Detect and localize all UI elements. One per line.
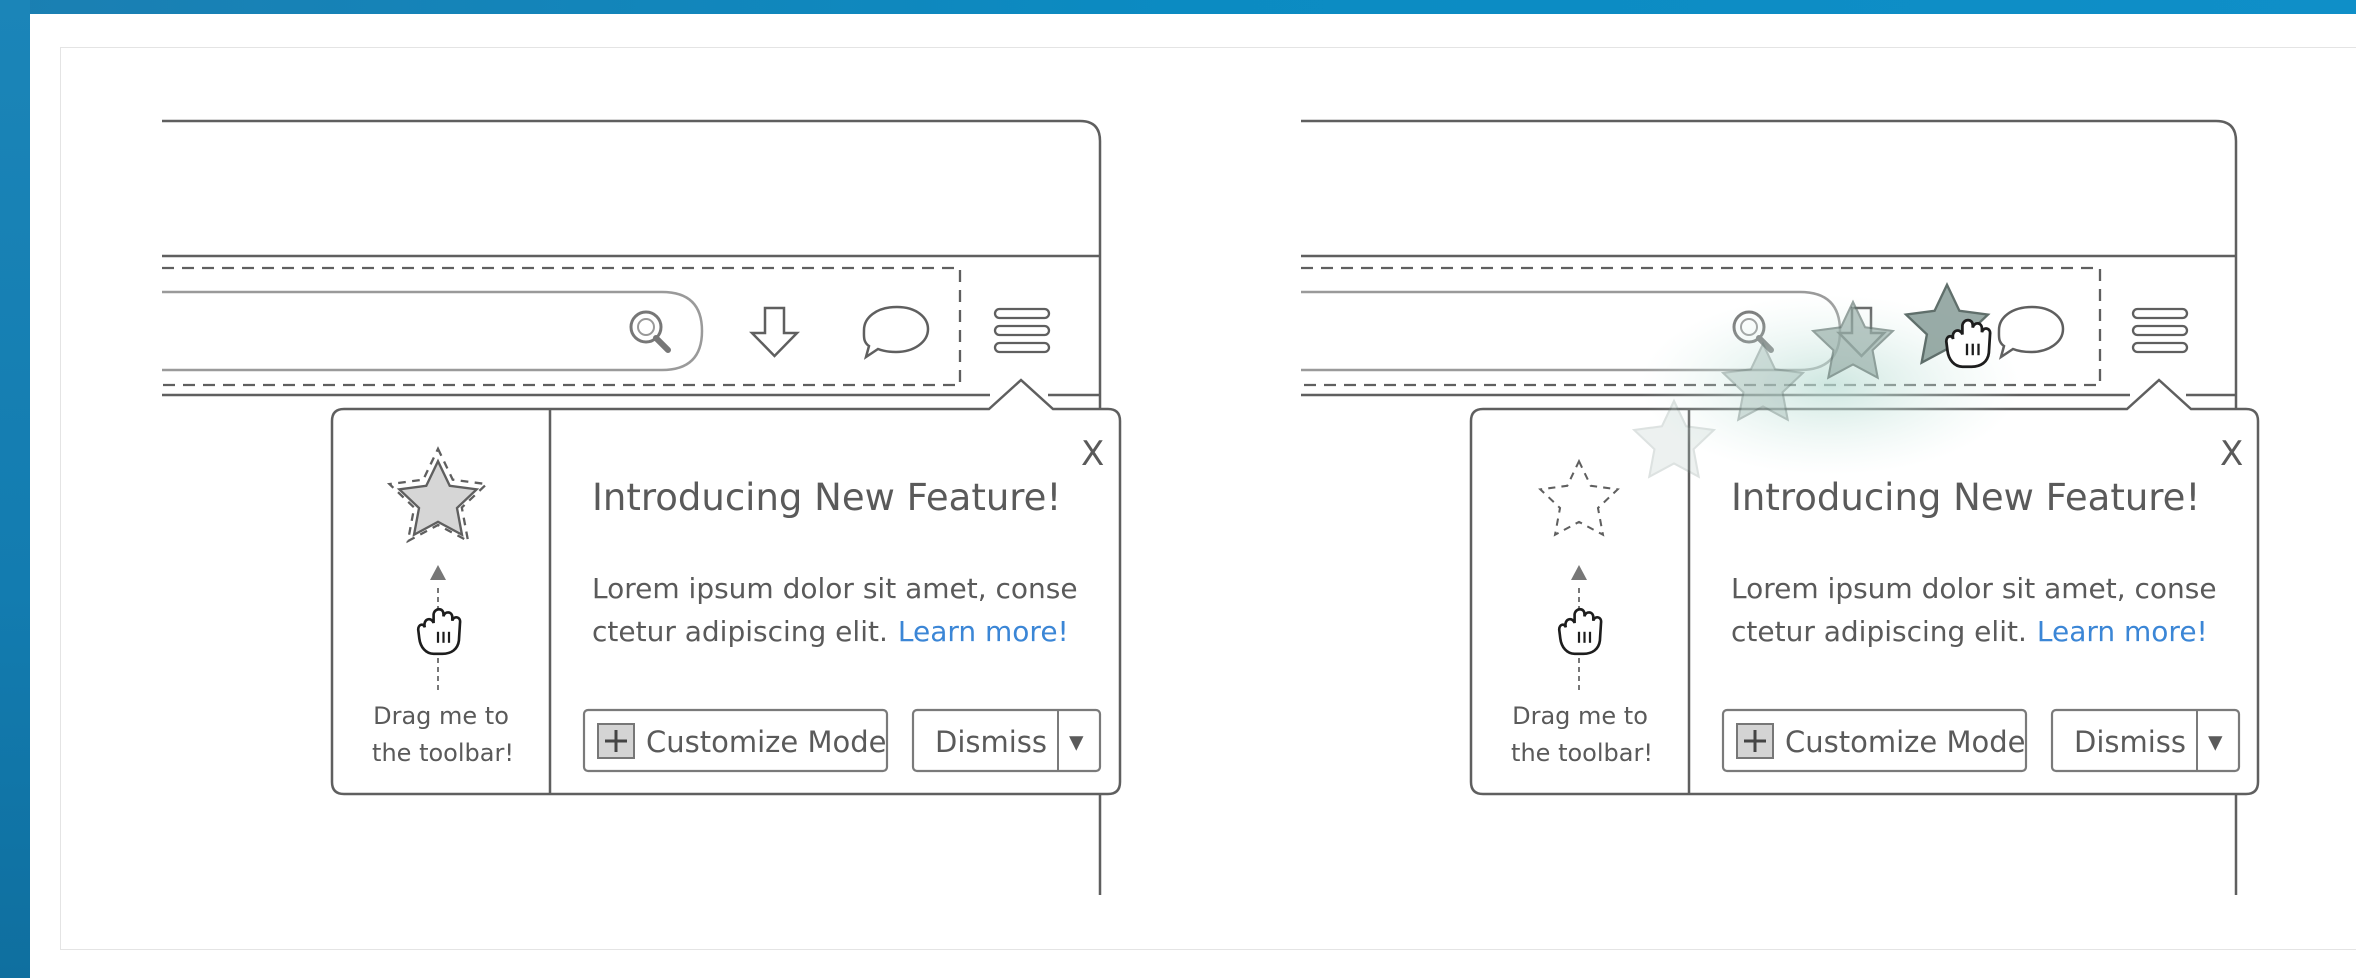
popup-close-button[interactable]: X — [2220, 434, 2243, 474]
popup-title: Introducing New Feature! — [1731, 476, 2200, 519]
search-icon[interactable] — [629, 310, 671, 353]
popup-body-line1: Lorem ipsum dolor sit amet, conse — [1731, 572, 2217, 605]
diagram-svg: X Introducing New Feature! Lorem ipsum d… — [162, 119, 2260, 895]
customize-mode-label: Customize Mode — [1785, 725, 2025, 759]
hamburger-menu-icon[interactable] — [2131, 307, 2189, 354]
popup-close-button[interactable]: X — [1081, 434, 1104, 474]
drag-hint-line2: the toolbar! — [372, 739, 514, 767]
popup-body-line1: Lorem ipsum dolor sit amet, conse — [592, 572, 1078, 605]
learn-more-link[interactable]: Learn more! — [898, 615, 1069, 648]
popup-title: Introducing New Feature! — [592, 476, 1061, 519]
dismiss-dropdown-arrow[interactable]: ▾ — [1069, 724, 1084, 758]
popup-body-line2: ctetur adipiscing elit. — [592, 615, 888, 648]
dismiss-label: Dismiss — [2074, 725, 2186, 759]
drag-hint-line1: Drag me to — [373, 702, 509, 730]
chat-bubble-icon[interactable] — [1997, 305, 2065, 360]
dismiss-label: Dismiss — [935, 725, 1047, 759]
customize-mode-label: Customize Mode — [646, 725, 886, 759]
plus-box-icon — [597, 723, 635, 759]
customizable-area-outline — [162, 266, 962, 387]
download-icon[interactable] — [749, 306, 800, 358]
popup-body-line2: ctetur adipiscing elit. — [1731, 615, 2027, 648]
chat-bubble-icon[interactable] — [862, 305, 930, 360]
learn-more-link[interactable]: Learn more! — [2037, 615, 2208, 648]
dismiss-dropdown-arrow[interactable]: ▾ — [2208, 724, 2223, 758]
hamburger-menu-icon[interactable] — [993, 307, 1051, 354]
plus-box-icon — [1736, 723, 1774, 759]
url-bar[interactable] — [162, 290, 704, 372]
drag-hint-line2: the toolbar! — [1511, 739, 1653, 767]
drag-trail — [1633, 283, 2020, 478]
popup-body-line2-wrap: ctetur adipiscing elit. Learn more! — [592, 615, 1069, 648]
popup-body-line2-wrap: ctetur adipiscing elit. Learn more! — [1731, 615, 2208, 648]
drag-hint-line1: Drag me to — [1512, 702, 1648, 730]
